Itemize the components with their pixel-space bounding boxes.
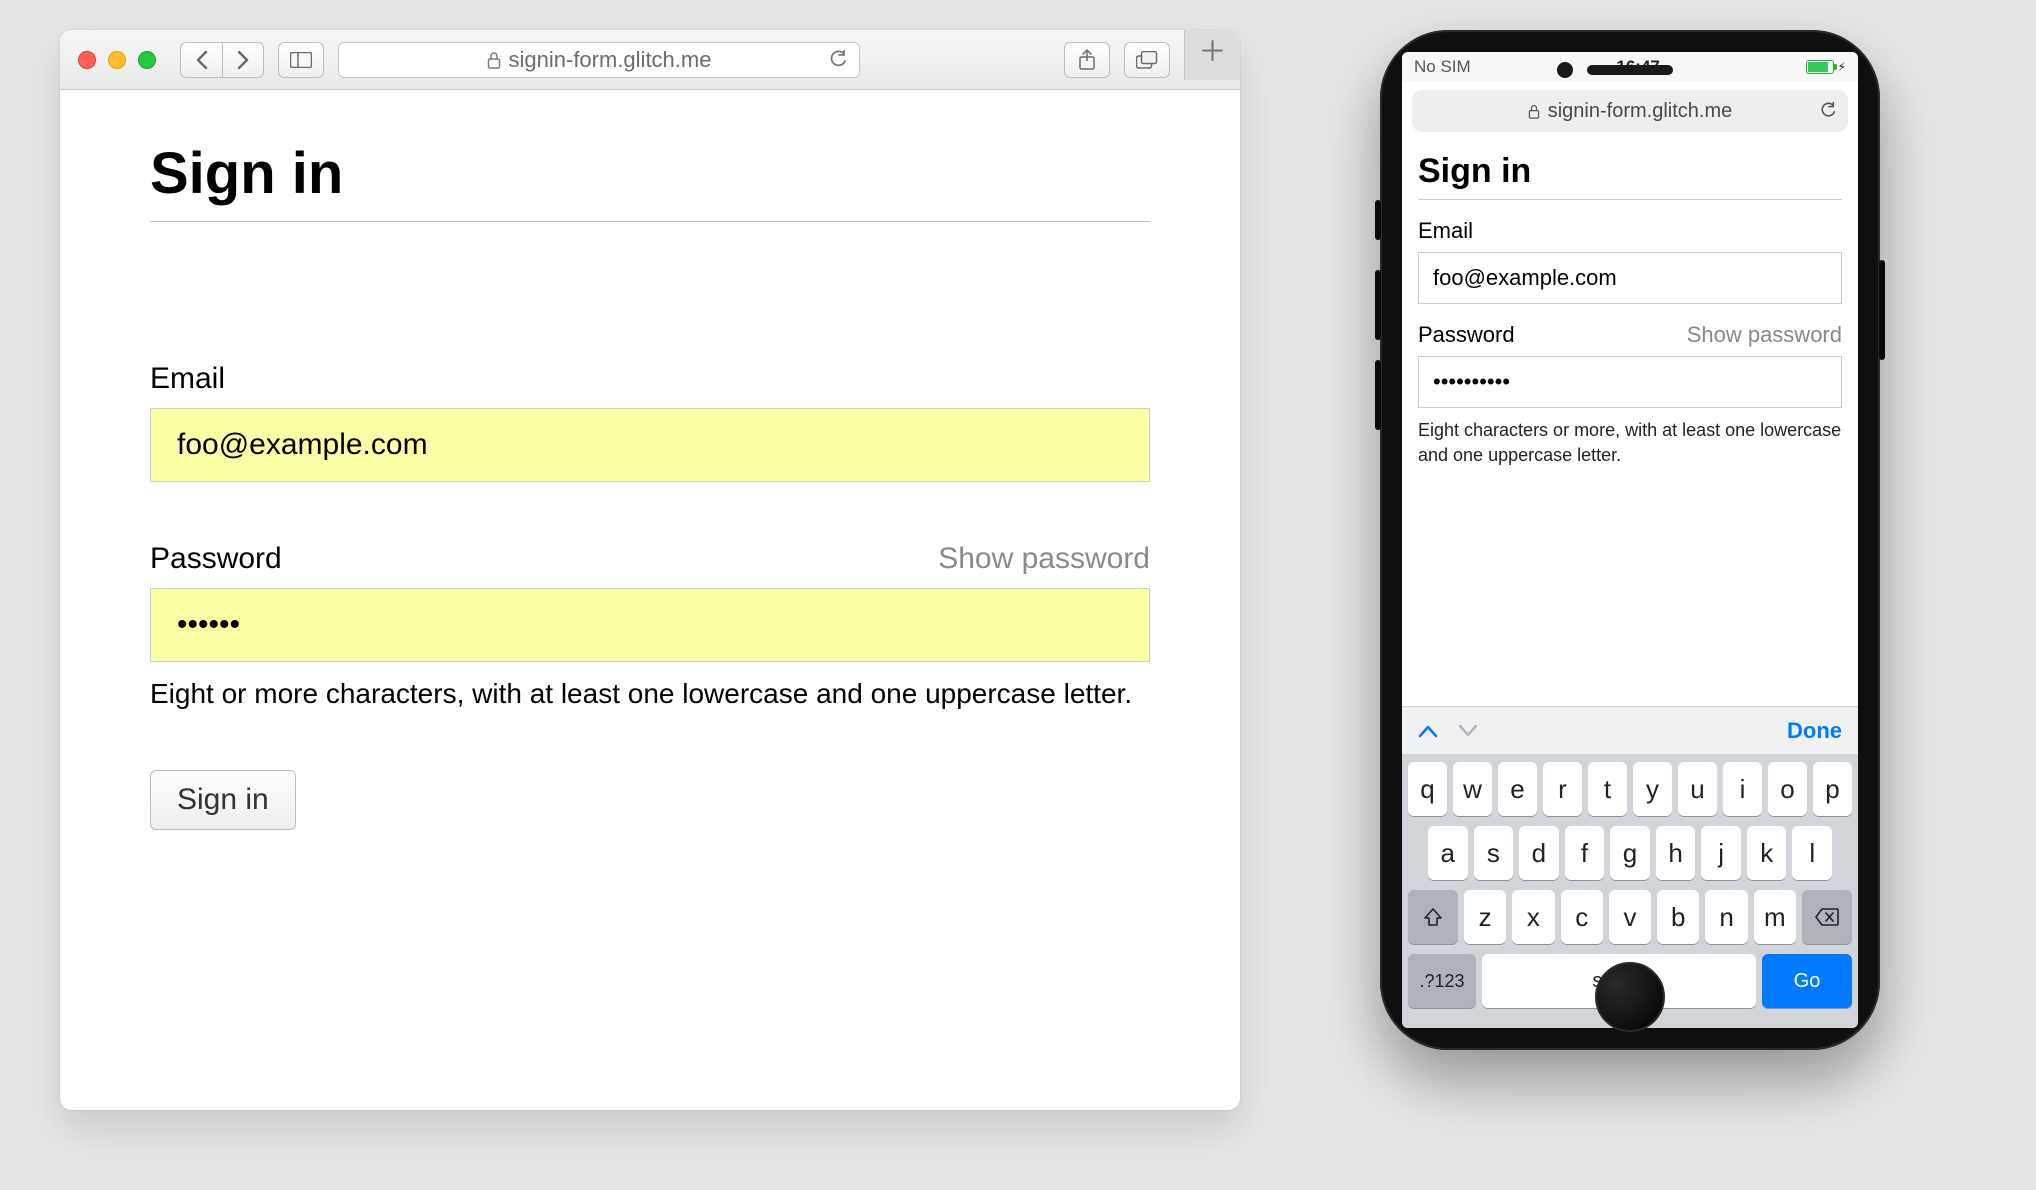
title-divider <box>150 221 1150 222</box>
window-controls <box>78 51 156 69</box>
password-hint: Eight or more characters, with at least … <box>150 678 1150 710</box>
keyboard-mode-key[interactable]: .?123 <box>1408 954 1476 1008</box>
backspace-key[interactable] <box>1802 890 1852 944</box>
key-a[interactable]: a <box>1428 826 1468 880</box>
email-field-group: Email <box>150 362 1150 482</box>
key-b[interactable]: b <box>1657 890 1699 944</box>
keyboard-row-3: zxcvbnm <box>1408 890 1852 944</box>
page-title: Sign in <box>1418 152 1842 191</box>
forward-button[interactable] <box>222 42 264 78</box>
safari-window: signin-form.glitch.me ＋ Sign in Email Pa… <box>60 30 1240 1110</box>
title-divider <box>1418 199 1842 200</box>
volume-up-button <box>1375 270 1381 340</box>
key-u[interactable]: u <box>1678 762 1717 816</box>
key-t[interactable]: t <box>1588 762 1627 816</box>
iphone-screen: No SIM 16:47 ⚡︎ signin-form.glitch.me Si… <box>1402 52 1858 1028</box>
volume-down-button <box>1375 360 1381 430</box>
key-k[interactable]: k <box>1747 826 1787 880</box>
form-next-button[interactable] <box>1458 724 1478 738</box>
page-content: Sign in Email Password Show password Eig… <box>60 90 1240 1110</box>
address-bar-host: signin-form.glitch.me <box>509 47 712 73</box>
safari-toolbar: signin-form.glitch.me ＋ <box>60 30 1240 90</box>
ios-page-content: Sign in Email Password Show password Eig… <box>1402 140 1858 706</box>
page-title: Sign in <box>150 140 1150 207</box>
key-d[interactable]: d <box>1519 826 1559 880</box>
battery-icon <box>1806 60 1834 74</box>
show-password-toggle[interactable]: Show password <box>938 542 1150 576</box>
home-button[interactable] <box>1595 962 1665 1032</box>
lock-icon <box>487 51 501 69</box>
password-input[interactable] <box>150 588 1150 662</box>
key-s[interactable]: s <box>1474 826 1514 880</box>
minimize-window-button[interactable] <box>108 51 126 69</box>
iphone-top-sensors <box>1557 62 1703 78</box>
show-password-toggle[interactable]: Show password <box>1687 322 1842 348</box>
key-q[interactable]: q <box>1408 762 1447 816</box>
keyboard-row-2: asdfghjkl <box>1408 826 1852 880</box>
iphone-device: No SIM 16:47 ⚡︎ signin-form.glitch.me Si… <box>1380 30 1880 1050</box>
email-label: Email <box>1418 218 1473 244</box>
password-hint: Eight characters or more, with at least … <box>1418 418 1842 468</box>
key-h[interactable]: h <box>1656 826 1696 880</box>
address-bar[interactable]: signin-form.glitch.me <box>338 42 860 78</box>
ios-address-bar[interactable]: signin-form.glitch.me <box>1412 90 1848 132</box>
key-f[interactable]: f <box>1565 826 1605 880</box>
mute-switch <box>1375 200 1381 240</box>
key-i[interactable]: i <box>1723 762 1762 816</box>
key-r[interactable]: r <box>1543 762 1582 816</box>
email-input[interactable] <box>1418 252 1842 304</box>
key-n[interactable]: n <box>1705 890 1747 944</box>
fullscreen-window-button[interactable] <box>138 51 156 69</box>
key-v[interactable]: v <box>1609 890 1651 944</box>
key-y[interactable]: y <box>1633 762 1672 816</box>
battery-indicator: ⚡︎ <box>1806 60 1846 74</box>
shift-key[interactable] <box>1408 890 1458 944</box>
password-field-group: Password Show password Eight or more cha… <box>150 542 1150 710</box>
keyboard-row-3-letters: zxcvbnm <box>1464 890 1796 944</box>
keyboard-accessory-bar: Done <box>1402 706 1858 754</box>
keyboard-row-1: qwertyuiop <box>1408 762 1852 816</box>
reload-icon[interactable] <box>829 50 847 70</box>
keyboard-done-button[interactable]: Done <box>1787 718 1842 744</box>
carrier-label: No SIM <box>1414 57 1471 77</box>
lock-icon <box>1528 104 1540 119</box>
key-c[interactable]: c <box>1561 890 1603 944</box>
sidebar-button[interactable] <box>278 42 324 78</box>
key-j[interactable]: j <box>1701 826 1741 880</box>
sign-in-button[interactable]: Sign in <box>150 770 296 830</box>
email-label: Email <box>150 362 225 396</box>
form-prev-button[interactable] <box>1418 724 1438 738</box>
password-label: Password <box>1418 322 1515 348</box>
key-x[interactable]: x <box>1512 890 1554 944</box>
nav-back-forward <box>180 42 264 78</box>
charging-icon: ⚡︎ <box>1838 60 1846 74</box>
key-z[interactable]: z <box>1464 890 1506 944</box>
email-input[interactable] <box>150 408 1150 482</box>
reload-icon[interactable] <box>1820 102 1836 120</box>
front-camera-icon <box>1557 62 1573 78</box>
share-button[interactable] <box>1064 42 1110 78</box>
password-label: Password <box>150 542 282 576</box>
key-p[interactable]: p <box>1813 762 1852 816</box>
go-key[interactable]: Go <box>1762 954 1852 1008</box>
key-m[interactable]: m <box>1754 890 1796 944</box>
email-field-group: Email <box>1418 218 1842 304</box>
tabs-button[interactable] <box>1124 42 1170 78</box>
key-e[interactable]: e <box>1498 762 1537 816</box>
new-tab-button[interactable]: ＋ <box>1184 30 1240 80</box>
close-window-button[interactable] <box>78 51 96 69</box>
password-field-group: Password Show password Eight characters … <box>1418 322 1842 468</box>
speaker-grill-icon <box>1587 65 1673 75</box>
key-o[interactable]: o <box>1768 762 1807 816</box>
key-g[interactable]: g <box>1610 826 1650 880</box>
password-input[interactable] <box>1418 356 1842 408</box>
ios-address-host: signin-form.glitch.me <box>1548 100 1733 123</box>
back-button[interactable] <box>180 42 222 78</box>
key-l[interactable]: l <box>1792 826 1832 880</box>
key-w[interactable]: w <box>1453 762 1492 816</box>
power-button <box>1879 260 1885 360</box>
